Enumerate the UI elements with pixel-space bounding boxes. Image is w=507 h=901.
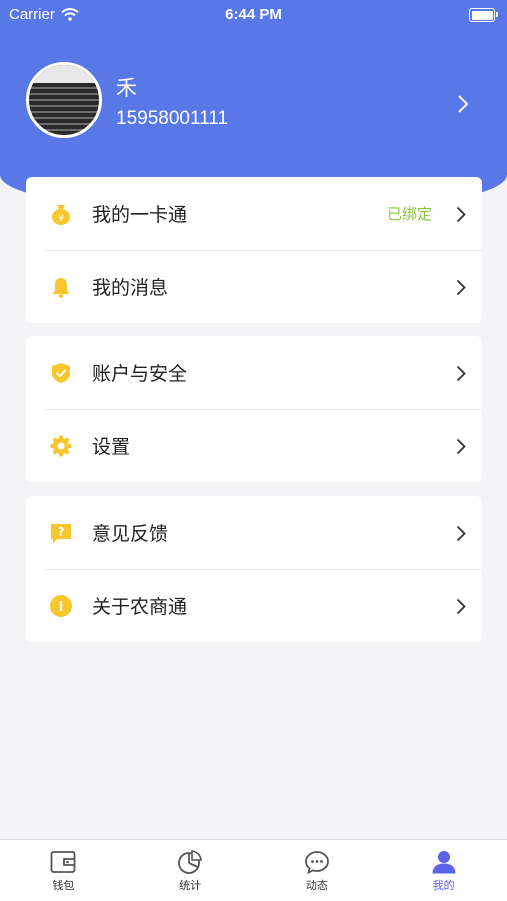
clock: 6:44 PM (225, 6, 282, 23)
pie-chart-icon (178, 850, 203, 874)
shield-check-icon (48, 360, 74, 386)
chevron-right-icon (456, 365, 466, 382)
info-icon: i (48, 593, 74, 619)
battery-icon (469, 8, 498, 22)
wallet-bag-icon: ¥ (48, 201, 74, 227)
chat-bubble-icon (304, 851, 329, 874)
svg-text:i: i (59, 600, 63, 615)
menu-item-feedback[interactable]: ? 意见反馈 (26, 496, 482, 569)
menu-group-card: ? 意见反馈 i 关于农商通 (26, 496, 482, 642)
chevron-right-icon (458, 95, 469, 113)
tab-label: 统计 (179, 880, 202, 892)
menu-item-label: 账户与安全 (92, 364, 188, 385)
chevron-right-icon (456, 598, 466, 615)
menu-group-card: ¥ 我的一卡通 已绑定 我的消息 (26, 177, 482, 323)
chevron-right-icon (456, 279, 466, 296)
svg-text:¥: ¥ (58, 214, 64, 224)
chevron-right-icon (456, 438, 466, 455)
profile-header[interactable]: 禾 15958001111 (0, 60, 507, 144)
menu-item-about[interactable]: i 关于农商通 (26, 569, 482, 642)
avatar[interactable] (26, 62, 102, 138)
menu-item-label: 意见反馈 (92, 524, 169, 545)
menu-item-label: 关于农商通 (92, 597, 188, 618)
svg-text:?: ? (58, 525, 65, 539)
tab-wallet[interactable]: 钱包 (0, 840, 127, 901)
wallet-icon (50, 851, 76, 873)
tab-mine[interactable]: 我的 (380, 840, 507, 901)
status-bar: Carrier 6:44 PM (0, 0, 507, 30)
menu-item-settings[interactable]: 设置 (26, 409, 482, 482)
tab-label: 动态 (305, 880, 328, 892)
menu-item-label: 我的消息 (92, 278, 169, 299)
feedback-question-icon: ? (48, 520, 74, 546)
menu-group-card: 账户与安全 设置 (26, 336, 482, 482)
tab-label: 钱包 (52, 880, 75, 892)
tab-bar: 钱包 统计 动态 我的 (0, 839, 507, 901)
tab-label: 我的 (432, 880, 455, 892)
menu-item-card[interactable]: ¥ 我的一卡通 已绑定 (26, 177, 482, 250)
menu-item-messages[interactable]: 我的消息 (26, 250, 482, 323)
bell-icon (48, 274, 74, 300)
gear-icon (48, 433, 74, 459)
chevron-right-icon (456, 525, 466, 542)
user-phone: 15958001111 (116, 108, 229, 129)
tab-activity[interactable]: 动态 (254, 840, 381, 901)
bound-status-label: 已绑定 (386, 206, 432, 223)
menu-item-security[interactable]: 账户与安全 (26, 336, 482, 409)
menu-item-label: 我的一卡通 (92, 205, 188, 226)
tab-statistics[interactable]: 统计 (127, 840, 254, 901)
user-icon (432, 851, 456, 874)
user-name: 禾 (116, 77, 137, 100)
chevron-right-icon (456, 206, 466, 223)
menu-item-label: 设置 (92, 437, 131, 458)
